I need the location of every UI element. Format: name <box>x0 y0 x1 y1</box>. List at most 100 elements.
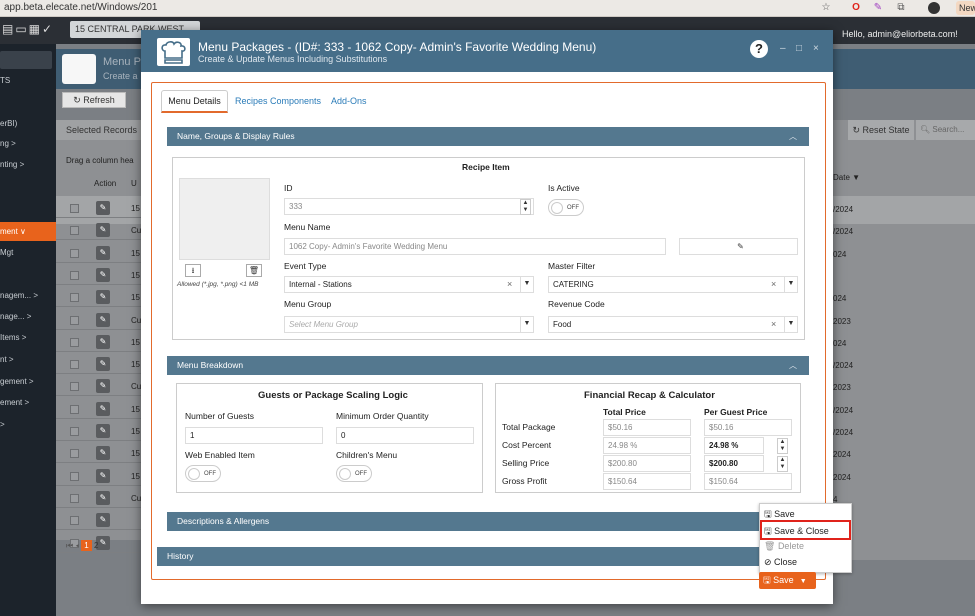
menu-name-field[interactable]: 1062 Copy- Admin's Favorite Wedding Menu <box>284 238 666 255</box>
sidebar-item[interactable]: Items > <box>0 333 56 342</box>
page-1[interactable]: 1 <box>81 540 92 551</box>
table-row[interactable]: ✎ 15 <box>56 352 146 375</box>
edit-pencil-icon[interactable]: ✎ <box>96 245 110 260</box>
extensions-puzzle-icon[interactable]: ⧉ <box>895 2 907 14</box>
edit-pencil-icon[interactable]: ✎ <box>96 267 110 282</box>
action-column-header[interactable]: Action <box>94 179 116 188</box>
web-enabled-toggle[interactable]: OFF <box>185 465 221 482</box>
sidebar-item[interactable]: nagem... > <box>0 291 56 300</box>
master-filter-select[interactable]: CATERING × ▼ <box>548 276 798 293</box>
date-column-header[interactable]: Date ▼ <box>833 173 860 182</box>
edit-pencil-icon[interactable]: ✎ <box>96 290 110 305</box>
edit-pencil-icon[interactable]: ✎ <box>96 357 110 372</box>
row-checkbox[interactable] <box>70 404 79 414</box>
row-checkbox[interactable] <box>70 471 79 481</box>
chevron-down-icon[interactable]: ▼ <box>520 277 533 292</box>
row-checkbox[interactable] <box>70 315 79 325</box>
tab-add-ons[interactable]: Add-Ons <box>331 96 367 106</box>
table-row[interactable]: ✎ Cu <box>56 486 146 508</box>
u-column-header[interactable]: U <box>131 179 137 188</box>
id-field[interactable]: 333 <box>284 198 534 215</box>
num-guests-field[interactable]: 1 <box>185 427 323 444</box>
chevron-down-icon[interactable]: ▼ <box>784 277 797 292</box>
is-active-toggle[interactable]: OFF <box>548 199 584 216</box>
clear-icon[interactable]: × <box>771 277 776 292</box>
menu-item-close[interactable]: ⊘ Close <box>764 557 797 568</box>
table-row[interactable]: ✎ 15 <box>56 196 146 218</box>
event-type-select[interactable]: Internal - Stations × ▼ <box>284 276 534 293</box>
id-spinner[interactable]: ▲ ▼ <box>520 199 531 215</box>
childrens-menu-toggle[interactable]: OFF <box>336 465 372 482</box>
row-checkbox[interactable] <box>70 449 79 459</box>
table-row[interactable]: ✎ 15 <box>56 263 146 285</box>
row-checkbox[interactable] <box>70 382 79 392</box>
table-row[interactable]: ✎ Cu <box>56 374 146 397</box>
grid-search-input[interactable]: 🔍︎ Search... <box>916 120 975 140</box>
first-page-icon[interactable]: ⏮ ◂ <box>66 541 81 550</box>
sidebar-item[interactable]: Mgt <box>0 248 56 257</box>
row-checkbox[interactable] <box>70 204 79 213</box>
row-checkbox[interactable] <box>70 248 79 258</box>
edit-pencil-icon[interactable]: ✎ <box>96 446 110 461</box>
section-menu-breakdown[interactable]: Menu Breakdown ︿ <box>167 356 809 375</box>
sidebar-item[interactable]: nage... > <box>0 312 56 321</box>
table-row[interactable]: ✎ 15 <box>56 441 146 464</box>
upload-icon[interactable]: ⭳ <box>185 264 201 277</box>
edit-pencil-icon[interactable]: ✎ <box>96 468 110 483</box>
app-toolbar-icons[interactable]: ▤▭▦✓ <box>2 22 54 36</box>
table-row[interactable]: ✎ 15 <box>56 241 146 263</box>
bookmark-star-icon[interactable]: ☆ <box>820 2 832 14</box>
chevron-down-icon[interactable]: ▼ <box>520 317 533 332</box>
clear-icon[interactable]: × <box>507 277 512 292</box>
sidebar-item[interactable]: nting > <box>0 160 56 169</box>
sidebar-item[interactable]: nt > <box>0 355 56 364</box>
row-checkbox[interactable] <box>70 337 79 347</box>
minimize-icon[interactable]: – <box>780 43 786 54</box>
sidebar-item[interactable]: ement > <box>0 398 56 407</box>
maximize-icon[interactable]: □ <box>796 43 802 54</box>
chevron-down-icon[interactable]: ▼ <box>800 578 807 585</box>
refresh-button[interactable]: ↻ Refresh <box>62 92 126 108</box>
pen-extension-icon[interactable]: ✎ <box>872 2 884 14</box>
extension-icon[interactable]: O <box>850 2 862 14</box>
row-checkbox[interactable] <box>70 293 79 303</box>
sidebar-item[interactable]: ment ∨ <box>0 227 56 236</box>
sidebar-item[interactable]: gement > <box>0 377 56 386</box>
reset-state-button[interactable]: ↻ Reset State <box>848 120 914 140</box>
edit-pencil-icon[interactable]: ✎ <box>96 334 110 349</box>
close-icon[interactable]: × <box>813 43 819 54</box>
chevron-down-icon[interactable]: ▼ <box>784 317 797 332</box>
sidebar-item[interactable]: > <box>0 420 56 429</box>
save-button[interactable]: 🖫 Save ▼ <box>759 572 816 589</box>
table-row[interactable]: ✎ Cu <box>56 308 146 330</box>
table-row[interactable]: ✎ 15 <box>56 285 146 308</box>
edit-pencil-icon[interactable]: ✎ <box>96 513 110 528</box>
per-guest-field[interactable]: $200.80 <box>704 455 764 472</box>
trash-icon[interactable]: 🗑︎ <box>246 264 262 277</box>
row-checkbox[interactable] <box>70 270 79 280</box>
table-row[interactable]: ✎ 15 <box>56 330 146 352</box>
edit-pencil-icon[interactable]: ✎ <box>96 223 110 238</box>
section-name-groups[interactable]: Name, Groups & Display Rules ︿ <box>167 127 809 146</box>
clear-icon[interactable]: × <box>771 317 776 332</box>
sidebar-search-input[interactable] <box>0 51 52 69</box>
per-guest-field[interactable]: 24.98 % <box>704 437 764 454</box>
table-row[interactable]: ✎ <box>56 508 146 531</box>
price-spinner[interactable]: ▲ ▼ <box>777 456 788 472</box>
edit-pencil-icon[interactable]: ✎ <box>96 379 110 394</box>
row-checkbox[interactable] <box>70 493 79 503</box>
sidebar-item[interactable]: TS <box>0 76 56 85</box>
table-row[interactable]: ✎ Cu <box>56 218 146 241</box>
user-greeting[interactable]: Hello, admin@eliorbeta.com! <box>842 29 958 39</box>
row-checkbox[interactable] <box>70 360 79 370</box>
edit-pencil-icon[interactable]: ✎ <box>96 312 110 327</box>
new-tab-button[interactable]: New <box>956 1 975 15</box>
address-bar[interactable]: app.beta.elecate.net/Windows/201 <box>4 2 157 13</box>
sidebar-item[interactable]: ng > <box>0 139 56 148</box>
table-row[interactable]: ✎ 15 <box>56 419 146 441</box>
tab-recipes-components[interactable]: Recipes Components <box>235 96 321 106</box>
section-history[interactable]: History <box>157 547 819 566</box>
table-row[interactable]: ✎ 15 <box>56 464 146 486</box>
price-spinner[interactable]: ▲ ▼ <box>777 438 788 454</box>
revenue-code-select[interactable]: Food × ▼ <box>548 316 798 333</box>
